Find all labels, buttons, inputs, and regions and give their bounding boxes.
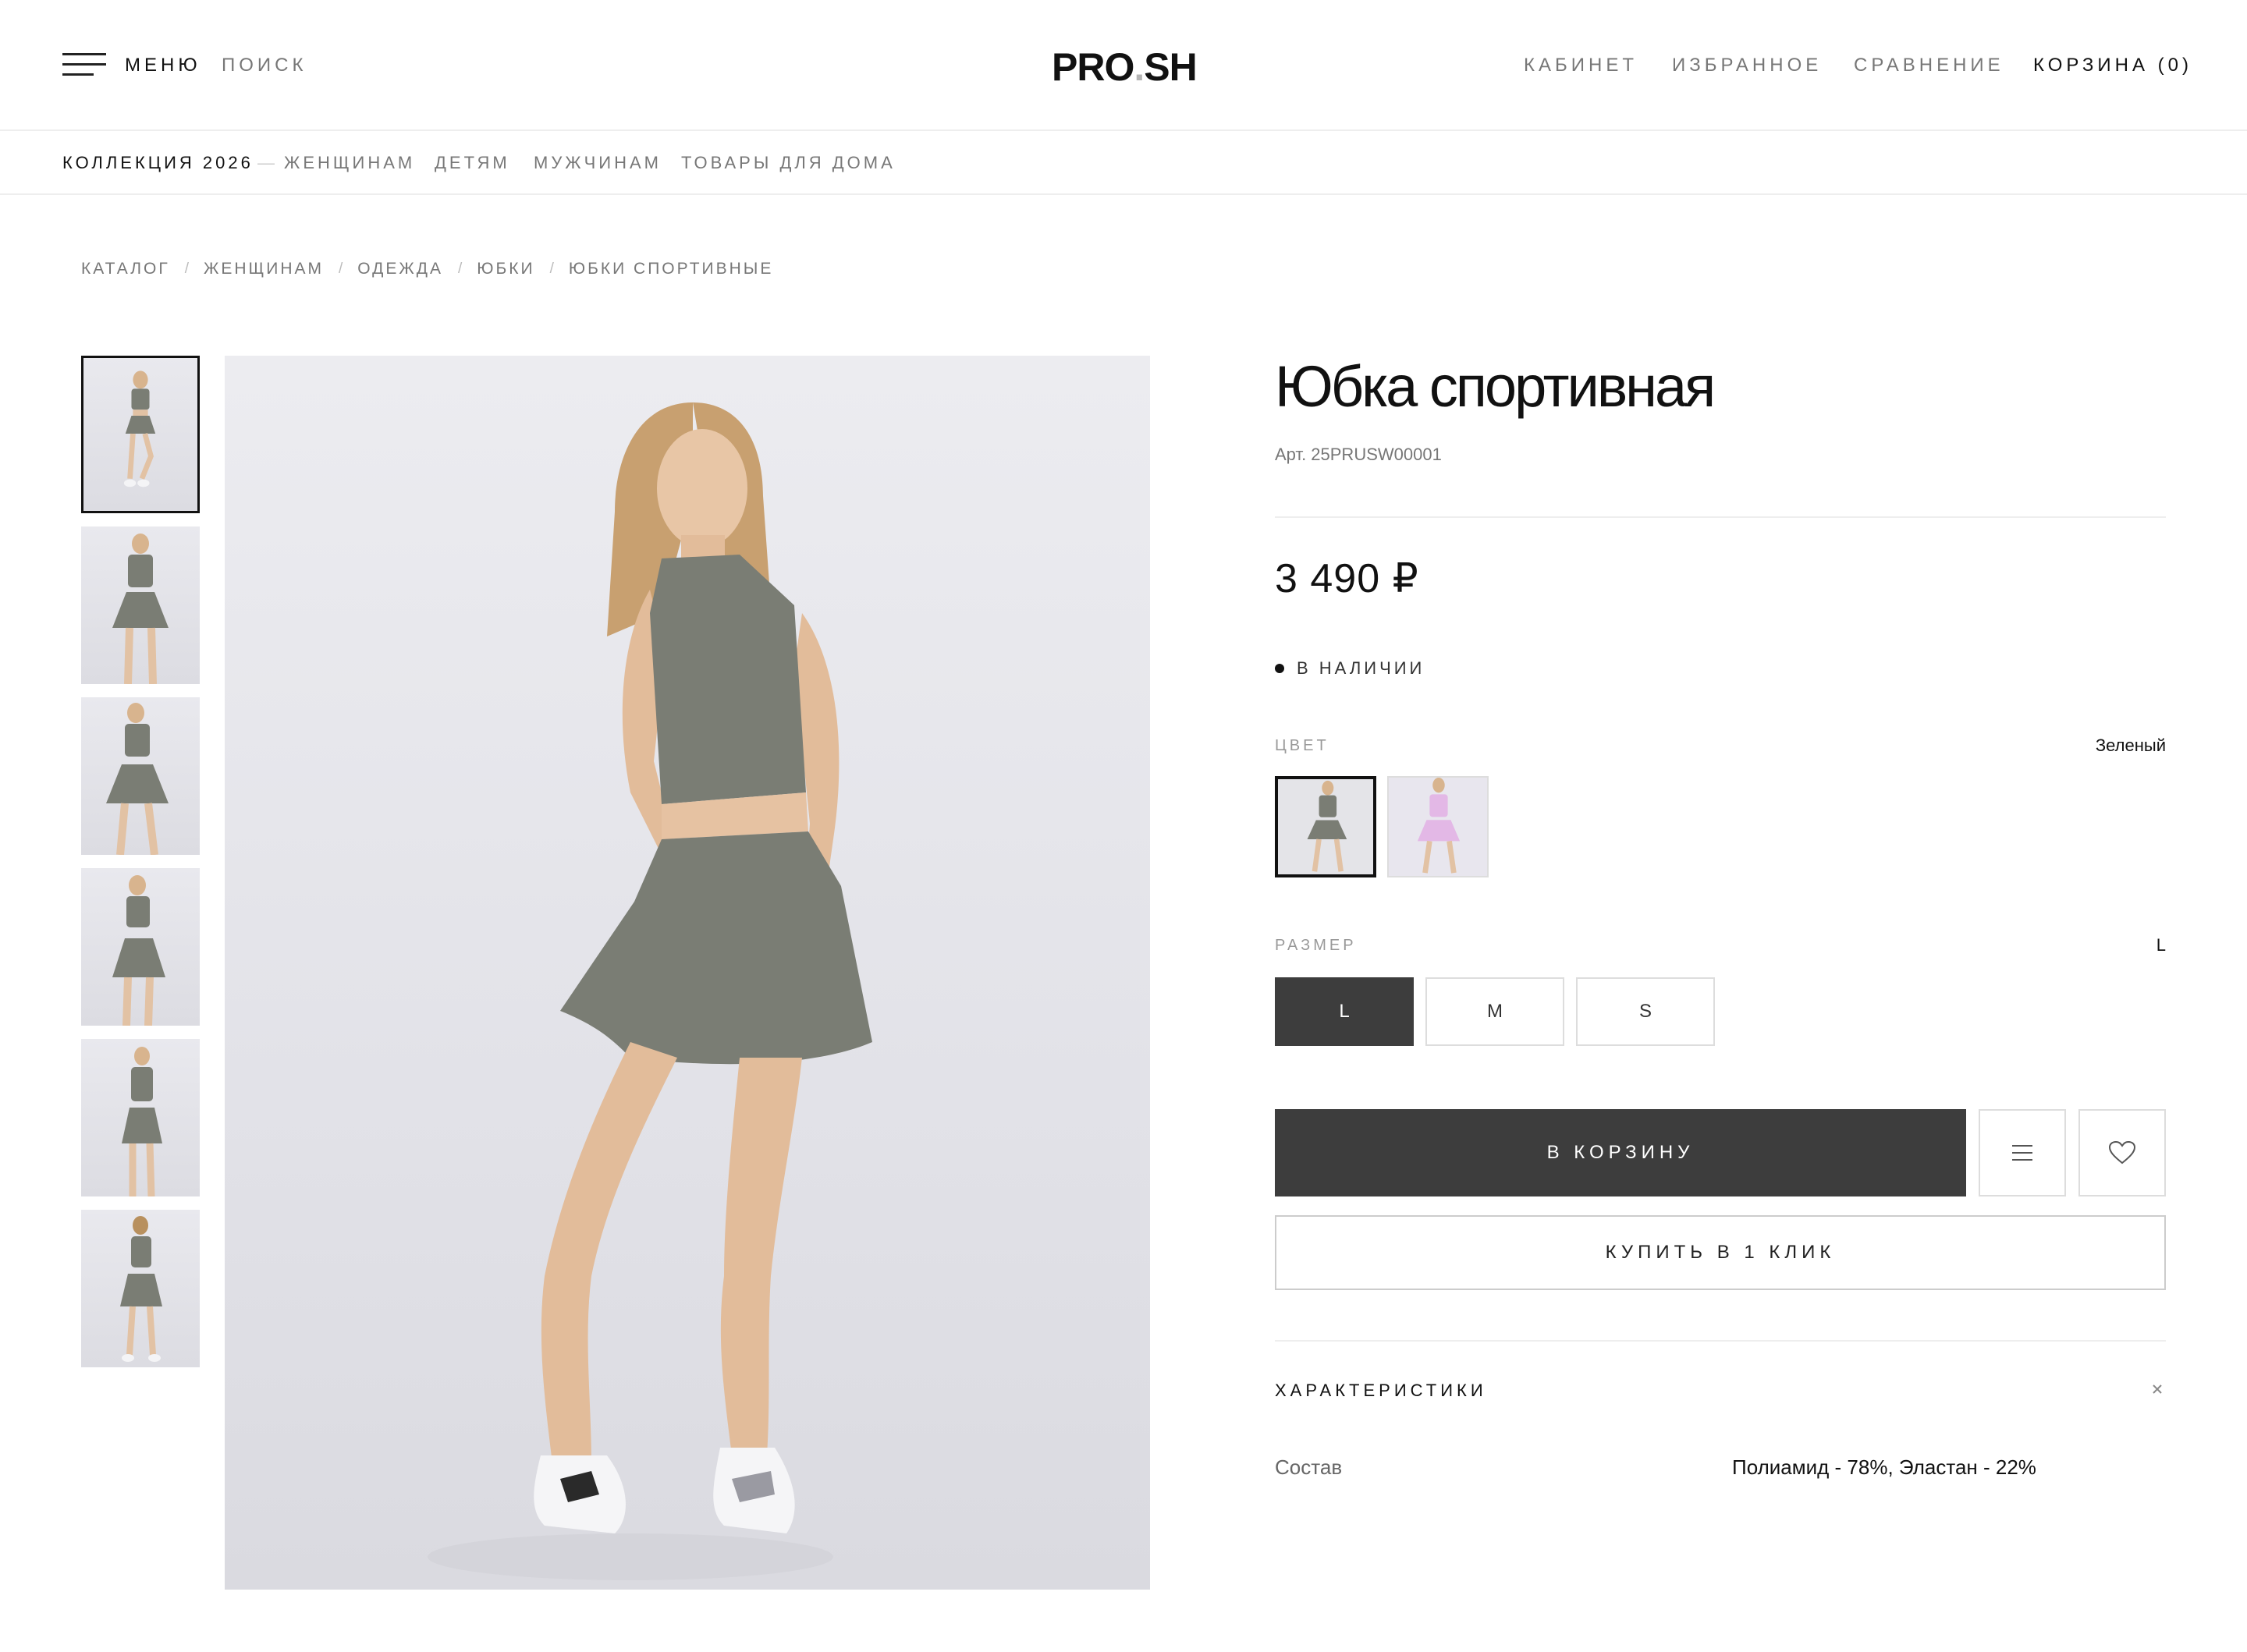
- size-option-l[interactable]: L: [1275, 977, 1414, 1046]
- stock-status: В НАЛИЧИИ: [1275, 657, 1425, 680]
- breadcrumb-separator: /: [338, 261, 343, 277]
- model-photo: [122, 1047, 162, 1196]
- nav-item-men[interactable]: МУЖЧИНАМ: [534, 151, 662, 175]
- breadcrumb-separator: /: [549, 261, 554, 277]
- compare-list-icon: [2012, 1145, 2032, 1161]
- divider: [1275, 1340, 2166, 1342]
- size-value: L: [2156, 935, 2166, 955]
- gallery-thumbnail[interactable]: [81, 868, 200, 1026]
- compare-link[interactable]: СРАВНЕНИЕ: [1854, 53, 2004, 78]
- model-photo: [1307, 780, 1347, 872]
- breadcrumb-separator: /: [184, 261, 189, 277]
- breadcrumb-skirts[interactable]: ЮБКИ: [477, 260, 534, 278]
- model-photo: [428, 402, 872, 1580]
- cabinet-link[interactable]: КАБИНЕТ: [1524, 53, 1638, 78]
- cart-link[interactable]: КОРЗИНА (0): [2033, 53, 2192, 78]
- gallery-thumbnail[interactable]: [81, 526, 200, 684]
- add-to-cart-button[interactable]: В КОРЗИНУ: [1275, 1109, 1966, 1196]
- gallery-thumbnail[interactable]: [81, 1210, 200, 1367]
- breadcrumb: КАТАЛОГ / ЖЕНЩИНАМ / ОДЕЖДА / ЮБКИ / ЮБК…: [81, 257, 773, 281]
- buy-one-click-button[interactable]: КУПИТЬ В 1 КЛИК: [1275, 1215, 2166, 1290]
- breadcrumb-sport-skirts[interactable]: ЮБКИ СПОРТИВНЫЕ: [569, 260, 774, 278]
- size-label: РАЗМЕР: [1275, 937, 1357, 954]
- model-photo: [112, 875, 165, 1026]
- product-sku: Арт. 25PRUSW00001: [1275, 445, 1442, 464]
- site-logo[interactable]: PRO.SH: [1052, 45, 1198, 89]
- nav-item-home[interactable]: ТОВАРЫ ДЛЯ ДОМА: [681, 151, 896, 175]
- model-photo: [112, 534, 169, 684]
- category-nav: КОЛЛЕКЦИЯ 2026 — ЖЕНЩИНАМ ДЕТЯМ МУЖЧИНАМ…: [0, 133, 2247, 195]
- nav-separator: —: [257, 153, 275, 172]
- size-option-m[interactable]: M: [1425, 977, 1564, 1046]
- nav-item-women[interactable]: ЖЕНЩИНАМ: [284, 151, 415, 175]
- color-value: Зеленый: [2095, 736, 2166, 755]
- spec-key: Состав: [1275, 1455, 1343, 1479]
- breadcrumb-catalog[interactable]: КАТАЛОГ: [81, 260, 170, 278]
- spec-value: Полиамид - 78%, Эластан - 22%: [1732, 1455, 2036, 1479]
- nav-item-collection[interactable]: КОЛЛЕКЦИЯ 2026: [62, 151, 254, 175]
- model-photo: [123, 370, 156, 487]
- favorite-button[interactable]: [2078, 1109, 2166, 1196]
- divider: [1275, 516, 2166, 518]
- color-label: ЦВЕТ: [1275, 737, 1329, 754]
- site-header: МЕНЮ ПОИСК PRO.SH КАБИНЕТ ИЗБРАННОЕ СРАВ…: [0, 0, 2247, 131]
- menu-button[interactable]: МЕНЮ: [125, 53, 201, 78]
- size-option-s[interactable]: S: [1576, 977, 1715, 1046]
- product-price: 3 490 ₽: [1275, 556, 1419, 601]
- status-dot-icon: [1275, 664, 1284, 673]
- gallery-thumbnail[interactable]: [81, 697, 200, 855]
- gallery-thumbnail[interactable]: [81, 356, 200, 513]
- gallery-thumbnail[interactable]: [81, 1039, 200, 1196]
- close-icon[interactable]: [2149, 1381, 2166, 1398]
- nav-item-kids[interactable]: ДЕТЯМ: [435, 151, 510, 175]
- color-swatch-pink[interactable]: [1387, 776, 1489, 877]
- favorites-link[interactable]: ИЗБРАННОЕ: [1672, 53, 1822, 78]
- search-button[interactable]: ПОИСК: [222, 53, 307, 78]
- hamburger-icon[interactable]: [62, 53, 106, 76]
- model-photo: [120, 1216, 162, 1362]
- stock-label: В НАЛИЧИИ: [1297, 658, 1425, 678]
- breadcrumb-women[interactable]: ЖЕНЩИНАМ: [204, 260, 324, 278]
- specs-title[interactable]: ХАРАКТЕРИСТИКИ: [1275, 1379, 1487, 1402]
- color-swatch-green[interactable]: [1275, 776, 1376, 877]
- heart-icon: [2108, 1140, 2136, 1165]
- model-photo: [106, 703, 169, 855]
- breadcrumb-separator: /: [458, 261, 463, 277]
- breadcrumb-clothes[interactable]: ОДЕЖДА: [357, 260, 443, 278]
- product-title: Юбка спортивная: [1275, 354, 1716, 419]
- product-main-image[interactable]: [225, 356, 1150, 1590]
- model-photo: [1417, 778, 1461, 874]
- compare-button[interactable]: [1979, 1109, 2066, 1196]
